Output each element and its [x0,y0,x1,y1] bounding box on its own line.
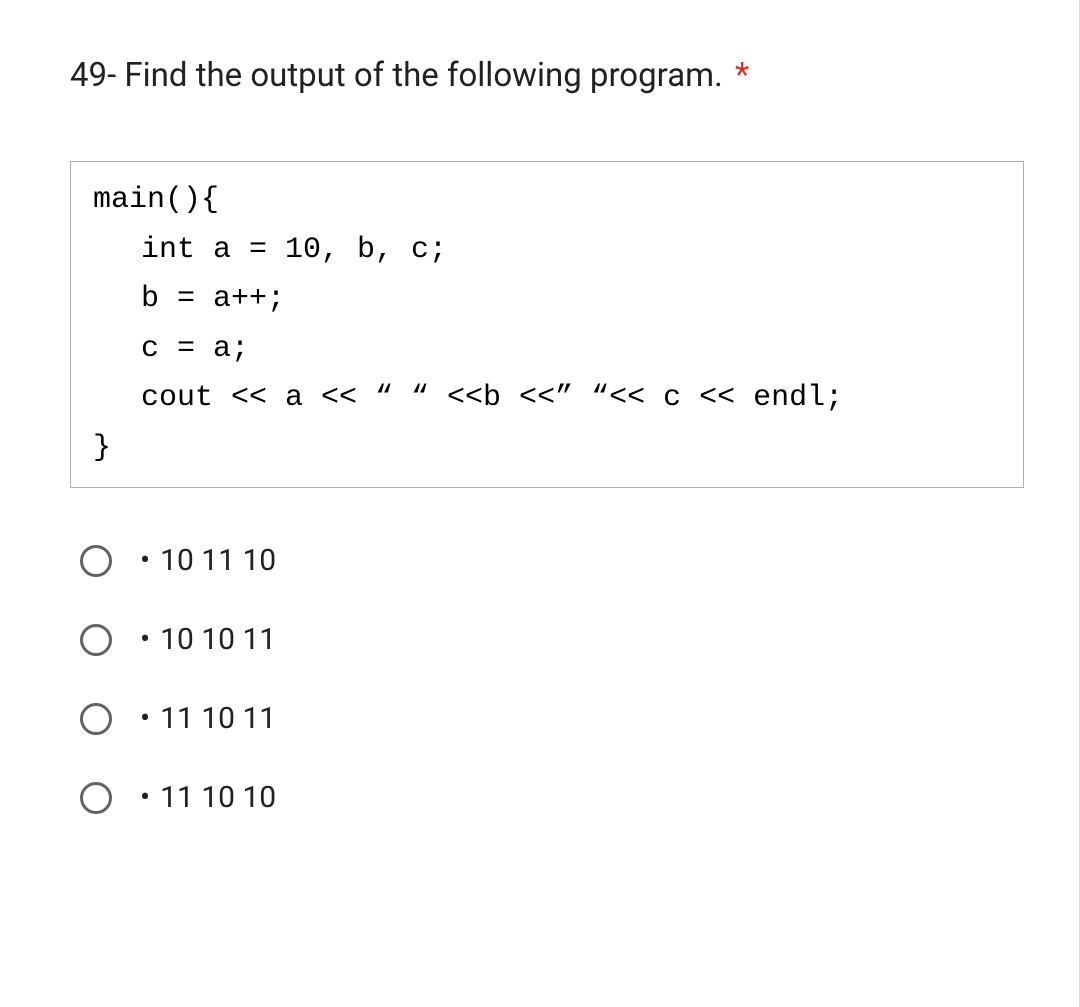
required-asterisk: * [735,56,749,95]
quiz-question-card: 49- Find the output of the following pro… [0,0,1080,1007]
option-2[interactable]: • 10 10 11 [80,622,1024,657]
options-group: • 10 11 10 • 10 10 11 • 11 10 11 • 11 10… [70,543,1024,815]
question-text: Find the output of the following program… [124,56,722,95]
option-label: 11 10 10 [160,780,276,815]
option-label: 10 11 10 [160,543,276,578]
bullet-icon: • [140,543,150,578]
radio-icon [80,624,112,656]
code-line-5: cout << a << “ “ <<b <<” “<< c << endl; [141,374,1003,424]
code-line-6: } [93,424,1003,474]
bullet-icon: • [140,701,150,736]
question-title: 49- Find the output of the following pro… [70,50,1024,101]
bullet-icon: • [140,622,150,657]
option-4[interactable]: • 11 10 10 [80,780,1024,815]
code-line-4: c = a; [141,325,1003,375]
radio-icon [80,703,112,735]
question-number: 49- [70,56,116,95]
bullet-icon: • [140,780,150,815]
option-label: 11 10 11 [160,701,276,736]
option-label: 10 10 11 [160,622,276,657]
code-line-2: int a = 10, b, c; [141,226,1003,276]
radio-icon [80,545,112,577]
option-1[interactable]: • 10 11 10 [80,543,1024,578]
radio-icon [80,782,112,814]
code-line-1: main(){ [93,176,1003,226]
option-3[interactable]: • 11 10 11 [80,701,1024,736]
code-block: main(){ int a = 10, b, c; b = a++; c = a… [70,161,1024,488]
code-line-3: b = a++; [141,275,1003,325]
